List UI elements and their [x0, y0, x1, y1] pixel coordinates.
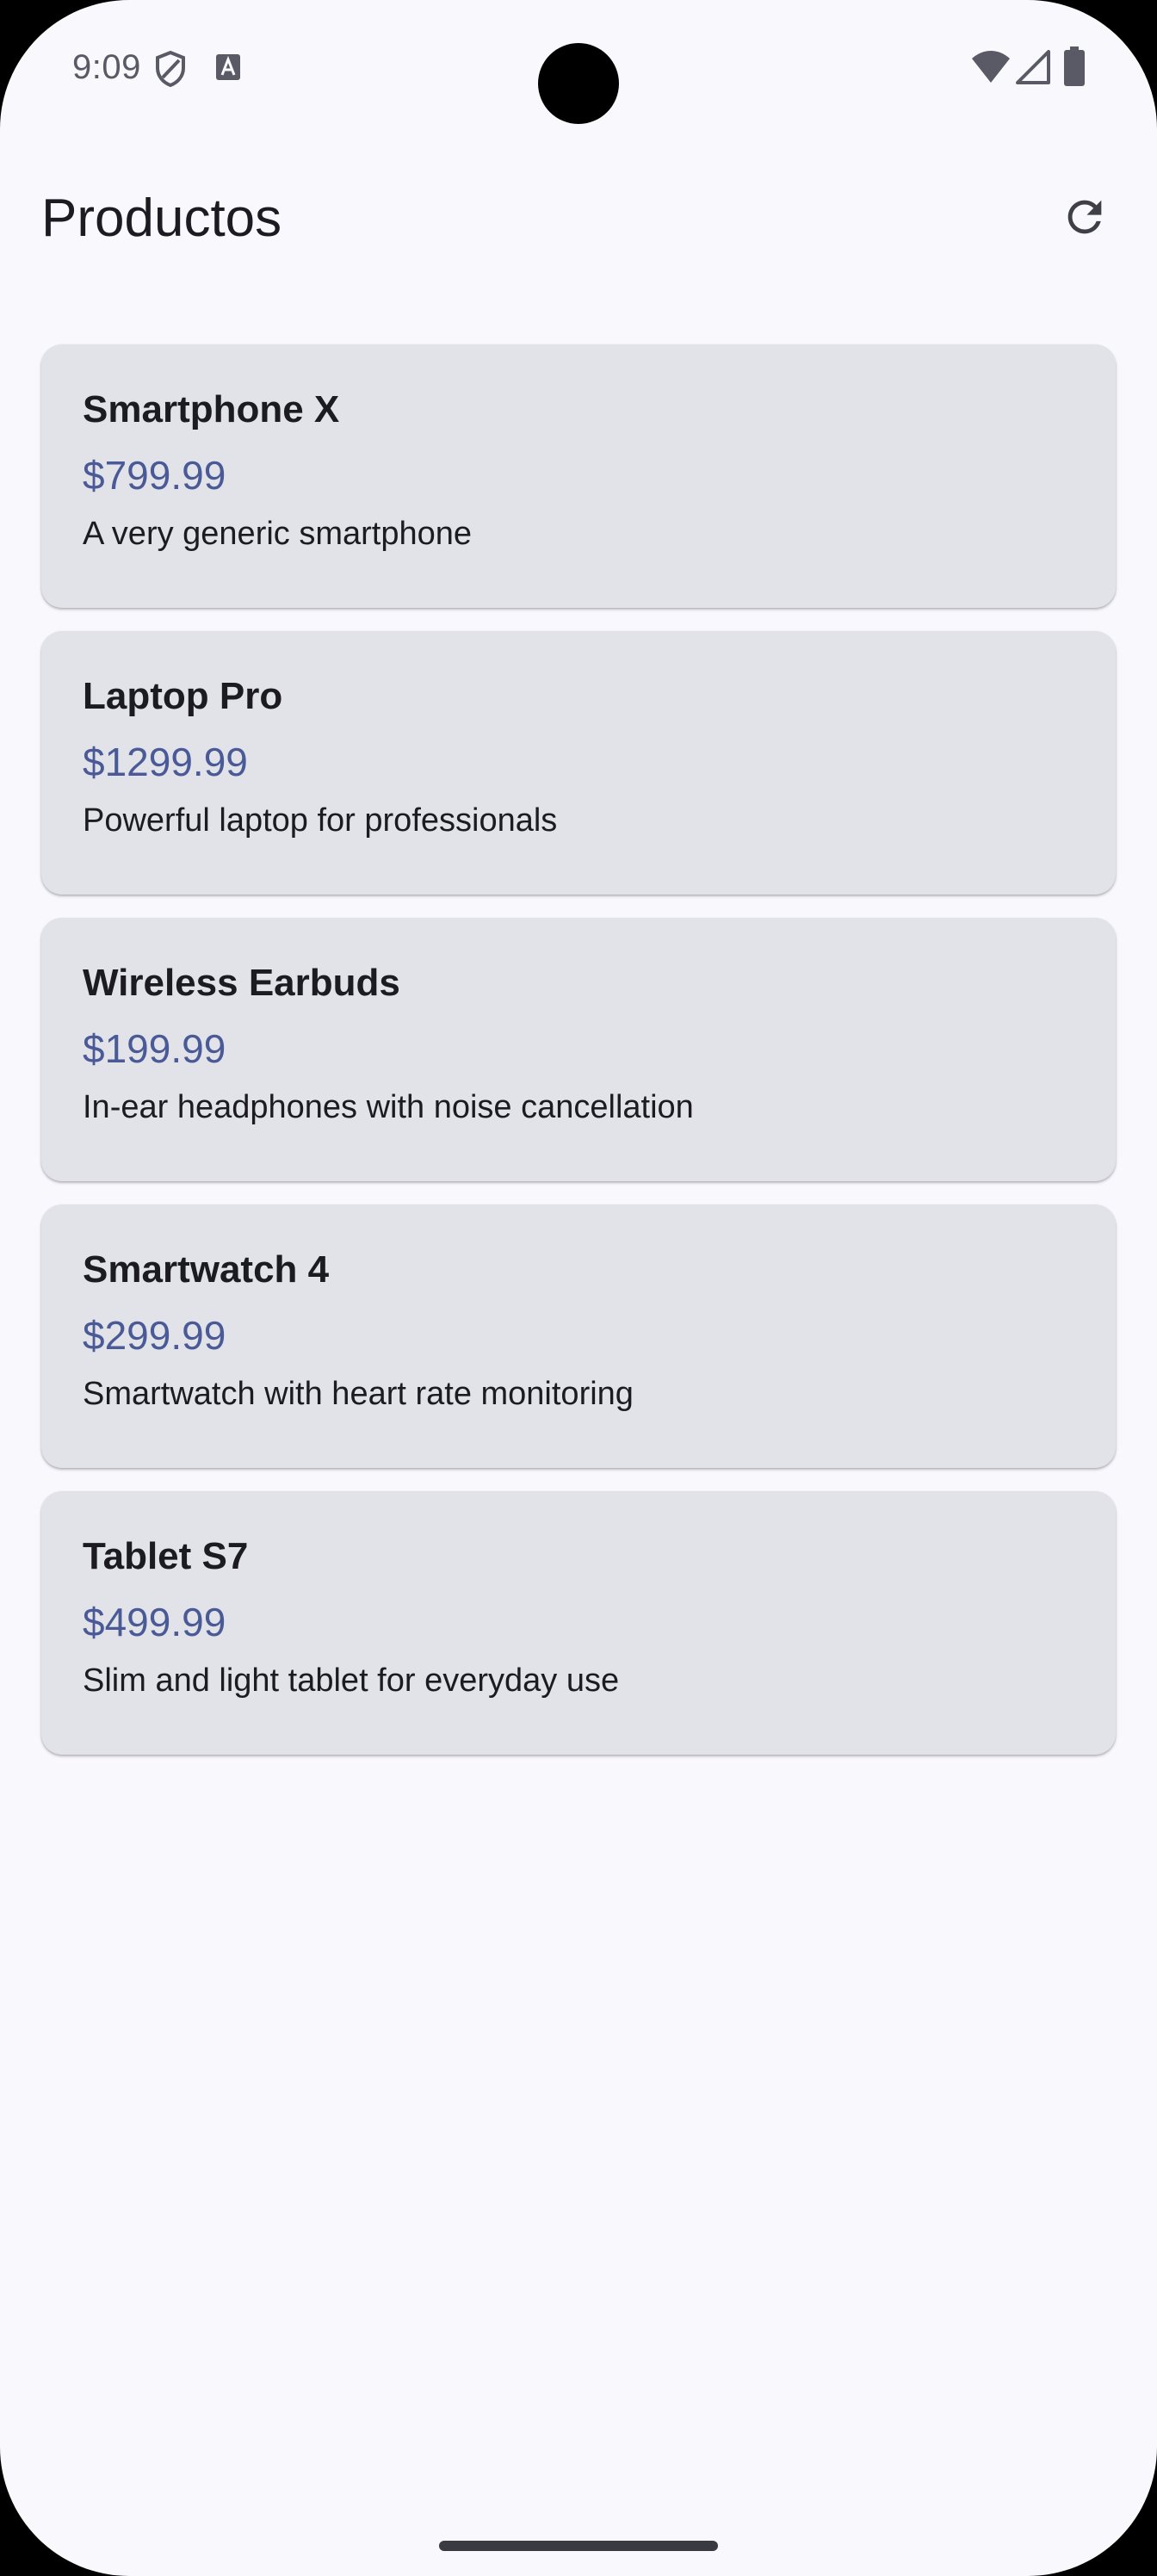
gesture-nav-handle[interactable]	[439, 2541, 718, 2551]
product-description: In-ear headphones with noise cancellatio…	[83, 1089, 694, 1125]
product-name: Smartphone X	[83, 388, 340, 430]
product-name: Smartwatch 4	[83, 1248, 330, 1291]
status-time: 9:09	[72, 48, 141, 86]
product-list: Smartphone X $799.99 A very generic smar…	[41, 344, 1116, 1778]
product-price: $799.99	[83, 453, 226, 498]
product-name: Tablet S7	[83, 1535, 249, 1577]
screen-corner	[0, 2447, 129, 2576]
wifi-icon	[972, 51, 1010, 83]
screen-corner	[1028, 2447, 1157, 2576]
page-title: Productos	[41, 189, 282, 248]
status-bar: 9:09	[0, 0, 1157, 138]
product-name: Laptop Pro	[83, 675, 283, 717]
battery-icon	[1064, 46, 1085, 86]
app-screen: 9:09 Productos Smartphone X $799.99 A ve…	[0, 0, 1157, 2576]
camera-cutout	[538, 43, 619, 124]
product-card[interactable]: Wireless Earbuds $199.99 In-ear headphon…	[41, 918, 1116, 1181]
product-price: $1299.99	[83, 740, 248, 784]
product-description: A very generic smartphone	[83, 516, 473, 552]
text-a-icon	[216, 54, 240, 80]
product-card[interactable]: Smartwatch 4 $299.99 Smartwatch with hea…	[41, 1204, 1116, 1468]
product-description: Slim and light tablet for everyday use	[83, 1663, 620, 1699]
product-description: Smartwatch with heart rate monitoring	[83, 1376, 634, 1412]
product-description: Powerful laptop for professionals	[83, 802, 558, 839]
refresh-button[interactable]	[1054, 186, 1116, 248]
product-card[interactable]: Tablet S7 $499.99 Slim and light tablet …	[41, 1491, 1116, 1755]
shield-icon	[156, 50, 185, 88]
product-price: $499.99	[83, 1600, 226, 1644]
product-card[interactable]: Smartphone X $799.99 A very generic smar…	[41, 344, 1116, 608]
cell-signal-icon	[1016, 50, 1050, 84]
product-card[interactable]: Laptop Pro $1299.99 Powerful laptop for …	[41, 631, 1116, 895]
product-price: $299.99	[83, 1313, 226, 1358]
product-name: Wireless Earbuds	[83, 962, 400, 1004]
refresh-icon	[1067, 200, 1102, 234]
product-price: $199.99	[83, 1026, 226, 1071]
